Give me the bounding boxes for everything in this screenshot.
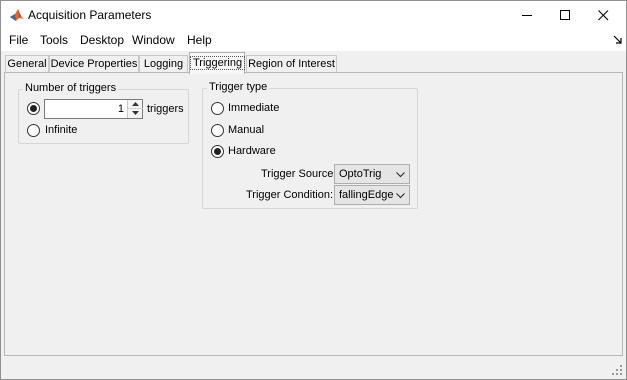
trigger-count-radio[interactable] [27, 102, 40, 115]
trigger-count-value[interactable]: 1 [118, 103, 124, 115]
title-bar: Acquisition Parameters [1, 1, 626, 29]
triggers-unit-label: triggers [147, 103, 184, 115]
menu-desktop[interactable]: Desktop [80, 33, 124, 47]
immediate-radio[interactable] [211, 102, 224, 115]
menu-bar: File Tools Desktop Window Help [1, 29, 626, 51]
tab-general-label: General [7, 58, 47, 70]
spin-down-button[interactable] [128, 109, 143, 118]
tab-general[interactable]: General [5, 55, 49, 73]
spin-up-icon [132, 102, 139, 106]
tab-device-properties-label: Device Properties [50, 58, 138, 70]
hardware-label[interactable]: Hardware [228, 145, 276, 157]
trigger-type-group: Trigger type Immediate Manual Hardware T… [202, 81, 418, 209]
menu-tools[interactable]: Tools [40, 33, 68, 47]
trigger-type-legend: Trigger type [207, 81, 270, 93]
resize-grip-icon[interactable] [612, 365, 623, 376]
minimize-icon [522, 15, 532, 16]
trigger-condition-label: Trigger Condition: [246, 189, 334, 201]
trigger-source-value: OptoTrig [339, 168, 382, 180]
number-of-triggers-legend: Number of triggers [23, 82, 119, 94]
chevron-down-icon [396, 193, 405, 199]
tab-triggering[interactable]: Triggering [189, 52, 246, 74]
close-icon [598, 10, 609, 21]
infinite-label[interactable]: Infinite [45, 124, 77, 136]
menu-file[interactable]: File [9, 33, 28, 47]
trigger-count-spinner[interactable]: 1 [44, 99, 143, 119]
acquisition-parameters-window: Acquisition Parameters File Tools Deskto… [0, 0, 627, 380]
tab-region-of-interest-label: Region of Interest [248, 58, 335, 70]
maximize-button[interactable] [546, 1, 584, 29]
radio-selected-dot [30, 105, 37, 112]
trigger-condition-dropdown[interactable]: fallingEdge [334, 185, 410, 205]
tab-triggering-label: Triggering [190, 56, 246, 70]
spin-up-button[interactable] [128, 100, 143, 109]
maximize-icon [560, 10, 570, 20]
immediate-label[interactable]: Immediate [228, 102, 279, 114]
tab-region-of-interest[interactable]: Region of Interest [246, 55, 337, 73]
menu-window[interactable]: Window [132, 33, 175, 47]
matlab-logo-icon [10, 9, 24, 21]
manual-radio[interactable] [211, 124, 224, 137]
tab-strip: General Device Properties Logging Trigge… [1, 51, 626, 74]
spin-down-icon [132, 111, 139, 115]
minimize-button[interactable] [508, 1, 546, 29]
triggering-panel: Number of triggers 1 triggers Infinite T… [4, 72, 623, 356]
status-bar [1, 359, 626, 379]
window-title: Acquisition Parameters [28, 8, 152, 22]
chevron-down-icon [396, 172, 405, 178]
spinner-buttons [127, 100, 143, 118]
trigger-source-dropdown[interactable]: OptoTrig [334, 164, 410, 184]
dock-arrow-icon[interactable] [613, 35, 623, 45]
hardware-radio[interactable] [211, 145, 224, 158]
menu-help[interactable]: Help [187, 33, 212, 47]
manual-label[interactable]: Manual [228, 124, 264, 136]
infinite-radio[interactable] [27, 124, 40, 137]
trigger-condition-value: fallingEdge [339, 189, 394, 201]
radio-selected-dot [214, 148, 221, 155]
tab-logging-label: Logging [143, 58, 184, 70]
tab-logging[interactable]: Logging [139, 55, 188, 73]
number-of-triggers-group: Number of triggers 1 triggers Infinite [18, 82, 189, 144]
trigger-source-label: Trigger Source: [261, 168, 337, 180]
close-button[interactable] [584, 1, 622, 29]
tab-device-properties[interactable]: Device Properties [49, 55, 139, 73]
